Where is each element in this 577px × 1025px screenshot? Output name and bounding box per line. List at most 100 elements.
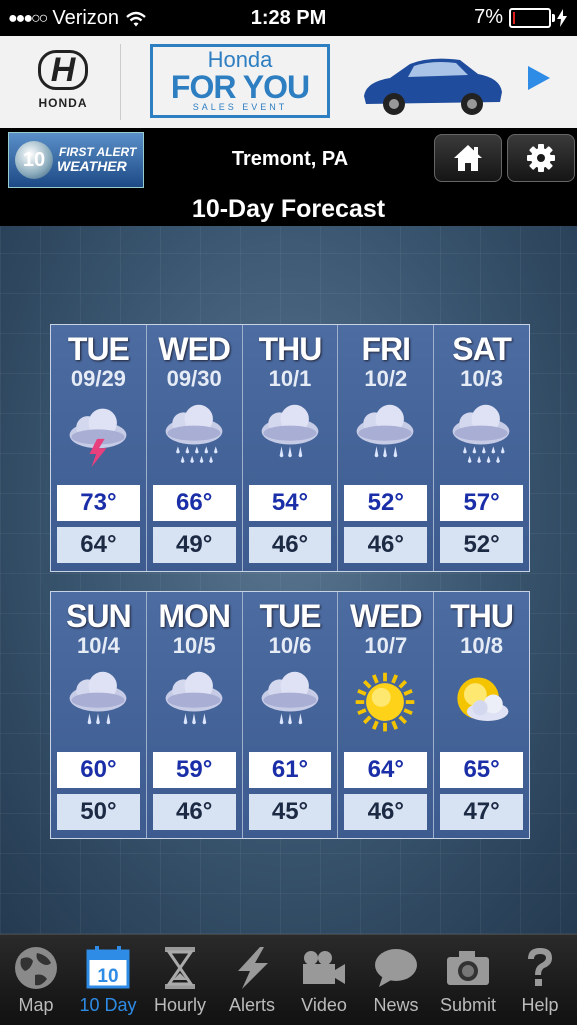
forecast-day[interactable]: MON 10/5 59° 46° xyxy=(146,592,243,838)
car-image xyxy=(364,58,502,115)
day-name: WED xyxy=(349,598,423,634)
rain-icon xyxy=(69,671,127,725)
tab-submit[interactable]: Submit xyxy=(432,941,504,1025)
low-temp: 64° xyxy=(57,527,140,563)
high-temp: 73° xyxy=(57,485,140,521)
high-temp: 60° xyxy=(57,752,140,788)
logo-line2: WEATHER xyxy=(57,158,127,174)
day-name: TUE xyxy=(67,331,130,367)
rain-icon xyxy=(261,404,318,458)
high-temp: 61° xyxy=(248,752,332,788)
settings-button[interactable] xyxy=(507,134,575,182)
tab-map[interactable]: Map xyxy=(0,941,72,1025)
ad-divider xyxy=(120,44,121,120)
video-camera-icon xyxy=(288,941,360,995)
day-date: 10/5 xyxy=(172,633,216,658)
forecast-day[interactable]: WED 09/30 66° 49° xyxy=(146,325,243,571)
high-temp: 66° xyxy=(152,485,236,521)
globe-icon xyxy=(0,941,72,995)
tab-label: Help xyxy=(521,995,559,1015)
day-name: MON xyxy=(158,598,231,634)
forecast-day[interactable]: TUE 09/29 73° 64° xyxy=(51,325,147,571)
tab-10-day[interactable]: 10 10 Day xyxy=(72,941,144,1025)
calendar-icon: 10 xyxy=(72,941,144,995)
forecast-day[interactable]: WED 10/7 64° 46° xyxy=(338,592,435,838)
day-name: SUN xyxy=(66,598,132,634)
forecast-day[interactable]: THU 10/1 54° 46° xyxy=(242,325,339,571)
forecast-day[interactable]: THU 10/8 65° 47° xyxy=(434,592,529,838)
high-temp: 54° xyxy=(248,485,332,521)
hourglass-icon xyxy=(144,941,216,995)
day-date: 10/8 xyxy=(460,633,503,658)
day-name: WED xyxy=(158,331,231,367)
page-title: 10-Day Forecast xyxy=(191,195,386,223)
low-temp: 47° xyxy=(440,794,523,830)
charging-bolt-icon xyxy=(557,8,567,27)
day-date: 09/30 xyxy=(166,366,222,391)
low-temp: 46° xyxy=(344,527,428,563)
home-button[interactable] xyxy=(434,134,502,182)
day-date: 10/4 xyxy=(76,633,120,658)
logo-number: 10 xyxy=(15,141,53,179)
high-temp: 57° xyxy=(440,485,523,521)
battery-area: 7% xyxy=(474,6,567,29)
day-date: 10/3 xyxy=(460,366,503,391)
brand-logo: H HONDA xyxy=(18,50,108,110)
tab-bar: Map 10 10 Day Hourly Alerts Video News Su… xyxy=(0,934,577,1025)
rain-icon xyxy=(261,671,318,725)
low-temp: 52° xyxy=(440,527,523,563)
calendar-number: 10 xyxy=(97,966,118,987)
day-name: SAT xyxy=(452,331,512,367)
gear-icon xyxy=(527,144,555,172)
tab-help[interactable]: Help xyxy=(504,941,576,1025)
station-logo: 10 FIRST ALERT WEATHER xyxy=(8,132,144,188)
forecast-area: TUE 09/29 73° 64° WED 09/30 66° 49° THU … xyxy=(0,226,577,934)
battery-percent: 7% xyxy=(474,6,503,28)
campaign-line2: FOR YOU xyxy=(170,69,310,105)
forecast-row-2: SUN 10/4 60° 50° MON 10/5 59° 46° TUE 10… xyxy=(50,591,530,839)
rain-icon xyxy=(357,404,414,458)
low-temp: 49° xyxy=(152,527,236,563)
tab-news[interactable]: News xyxy=(360,941,432,1025)
tab-label: Video xyxy=(301,995,347,1015)
partly-cloudy-icon xyxy=(457,677,509,721)
day-name: FRI xyxy=(361,331,412,367)
logo-line1: FIRST ALERT xyxy=(59,145,137,159)
high-temp: 64° xyxy=(344,752,428,788)
home-icon xyxy=(454,145,482,171)
high-temp: 59° xyxy=(152,752,236,788)
tab-label: Alerts xyxy=(228,995,275,1015)
day-name: THU xyxy=(450,598,514,634)
day-date: 10/1 xyxy=(268,366,312,391)
tab-hourly[interactable]: Hourly xyxy=(144,941,216,1025)
status-bar: ●●●○○ Verizon 1:28 PM 7% xyxy=(0,0,577,36)
low-temp: 46° xyxy=(152,794,236,830)
tab-label: 10 Day xyxy=(79,995,137,1015)
tab-label: Map xyxy=(18,995,54,1015)
brand-name: HONDA xyxy=(38,96,88,110)
forecast-day[interactable]: FRI 10/2 52° 46° xyxy=(338,325,435,571)
camera-icon xyxy=(432,941,504,995)
low-temp: 50° xyxy=(57,794,140,830)
tab-video[interactable]: Video xyxy=(288,941,360,1025)
low-temp: 46° xyxy=(344,794,428,830)
play-arrow-icon[interactable] xyxy=(528,66,550,90)
tab-label: Hourly xyxy=(153,995,206,1015)
day-date: 10/7 xyxy=(364,633,408,658)
high-temp: 52° xyxy=(344,485,428,521)
tab-label: News xyxy=(373,995,419,1015)
thunderstorm-icon xyxy=(69,408,127,468)
day-date: 10/2 xyxy=(364,366,408,391)
forecast-day[interactable]: TUE 10/6 61° 45° xyxy=(242,592,339,838)
low-temp: 46° xyxy=(248,527,332,563)
ad-banner[interactable]: H HONDA Honda FOR YOU SALES EVENT xyxy=(0,36,577,129)
forecast-day[interactable]: SUN 10/4 60° 50° xyxy=(51,592,147,838)
tab-alerts[interactable]: Alerts xyxy=(216,941,288,1025)
heavy-rain-icon xyxy=(165,404,223,463)
question-icon xyxy=(504,941,576,995)
day-name: TUE xyxy=(259,598,321,634)
honda-h-icon: H xyxy=(38,50,88,90)
high-temp: 65° xyxy=(440,752,523,788)
forecast-day[interactable]: SAT 10/3 57° 52° xyxy=(434,325,529,571)
day-date: 09/29 xyxy=(70,366,126,391)
